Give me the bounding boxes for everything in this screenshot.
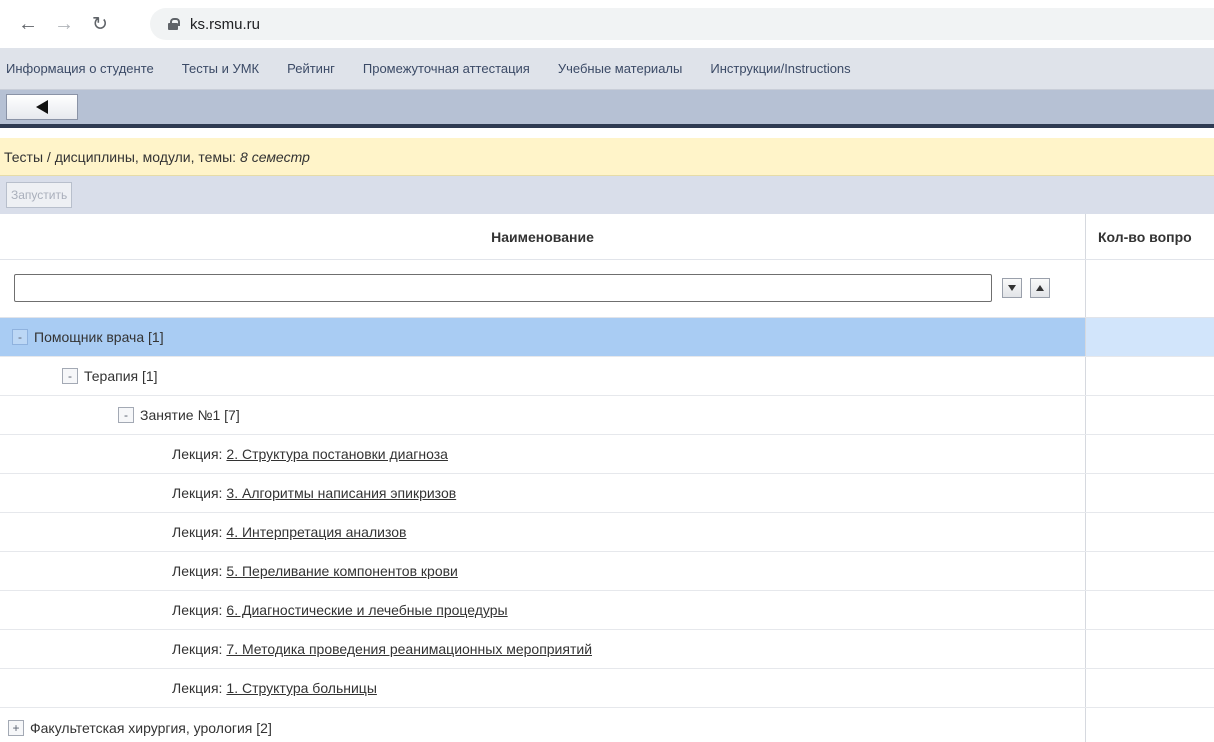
lecture-prefix: Лекция:	[172, 641, 223, 657]
arrow-left-icon[interactable]: ←	[14, 10, 42, 38]
tree-node-label: Терапия [1]	[84, 368, 158, 384]
filter-count-cell	[1086, 260, 1214, 317]
collapse-toggle-icon[interactable]: -	[118, 407, 134, 423]
table-row[interactable]: Лекция: 6. Диагностические и лечебные пр…	[0, 591, 1214, 630]
lecture-cell: Лекция: 7. Методика проведения реанимаци…	[0, 630, 1086, 668]
lecture-link[interactable]: 3. Алгоритмы написания эпикризов	[226, 485, 456, 501]
back-arrow-icon	[36, 100, 48, 114]
table-header: Наименование Кол-во вопро	[0, 214, 1214, 260]
lecture-link[interactable]: 7. Методика проведения реанимационных ме…	[226, 641, 592, 657]
lecture-prefix: Лекция:	[172, 563, 223, 579]
column-header-count[interactable]: Кол-во вопро	[1086, 214, 1214, 259]
sort-ascending-button[interactable]	[1030, 278, 1050, 298]
menu-item-instructions[interactable]: Инструкции/Instructions	[710, 61, 850, 76]
breadcrumb: Тесты / дисциплины, модули, темы: 8 семе…	[0, 138, 1214, 176]
tree-node-label: Занятие №1 [7]	[140, 407, 240, 423]
menu-item-rating[interactable]: Рейтинг	[287, 61, 335, 76]
table-row[interactable]: Лекция: 7. Методика проведения реанимаци…	[0, 630, 1214, 669]
menu-item-attestation[interactable]: Промежуточная аттестация	[363, 61, 530, 76]
question-count-cell	[1086, 474, 1214, 512]
collapse-toggle-icon[interactable]: -	[62, 368, 78, 384]
lecture-cell: Лекция: 2. Структура постановки диагноза	[0, 435, 1086, 473]
lecture-prefix: Лекция:	[172, 524, 223, 540]
expand-toggle-icon[interactable]: +	[8, 719, 24, 736]
lecture-link[interactable]: 5. Переливание компонентов крови	[226, 563, 457, 579]
run-button[interactable]: Запустить	[6, 182, 73, 208]
question-count-cell	[1086, 318, 1214, 356]
table-row[interactable]: + Факультетская хирургия, урология [2]	[0, 708, 1214, 742]
menu-item-student-info[interactable]: Информация о студенте	[6, 61, 154, 76]
tree-node-name: + Факультетская хирургия, урология [2]	[0, 708, 1086, 742]
lecture-link[interactable]: 4. Интерпретация анализов	[226, 524, 406, 540]
lecture-prefix: Лекция:	[172, 485, 223, 501]
lecture-cell: Лекция: 3. Алгоритмы написания эпикризов	[0, 474, 1086, 512]
table-row[interactable]: Лекция: 3. Алгоритмы написания эпикризов	[0, 474, 1214, 513]
filter-row	[0, 260, 1214, 318]
lecture-cell: Лекция: 4. Интерпретация анализов	[0, 513, 1086, 551]
table-row[interactable]: Лекция: 4. Интерпретация анализов	[0, 513, 1214, 552]
sort-descending-button[interactable]	[1002, 278, 1022, 298]
tree-node-name: - Помощник врача [1]	[0, 318, 1086, 356]
address-bar[interactable]: ks.rsmu.ru	[150, 8, 1214, 40]
lecture-cell: Лекция: 5. Переливание компонентов крови	[0, 552, 1086, 590]
tree-node-name: - Терапия [1]	[0, 357, 1086, 395]
back-button[interactable]	[6, 94, 78, 120]
navigation-toolbar	[0, 90, 1214, 128]
lecture-link[interactable]: 6. Диагностические и лечебные процедуры	[226, 602, 507, 618]
table-row[interactable]: - Помощник врача [1]	[0, 318, 1214, 357]
question-count-cell	[1086, 708, 1214, 742]
table-row[interactable]: Лекция: 5. Переливание компонентов крови	[0, 552, 1214, 591]
action-bar: Запустить	[0, 176, 1214, 214]
collapse-toggle-icon[interactable]: -	[12, 329, 28, 345]
table-row[interactable]: - Терапия [1]	[0, 357, 1214, 396]
lecture-prefix: Лекция:	[172, 446, 223, 462]
question-count-cell	[1086, 552, 1214, 590]
arrow-right-icon[interactable]: →	[50, 10, 78, 38]
question-count-cell	[1086, 435, 1214, 473]
triangle-up-icon	[1036, 285, 1044, 291]
question-count-cell	[1086, 669, 1214, 707]
lecture-link[interactable]: 2. Структура постановки диагноза	[226, 446, 448, 462]
lecture-link[interactable]: 1. Структура больницы	[226, 680, 376, 696]
tests-table: Наименование Кол-во вопро - Помощник вра…	[0, 214, 1214, 742]
tree-node-label: Факультетская хирургия, урология [2]	[30, 719, 272, 736]
lock-icon	[168, 18, 180, 30]
reload-icon[interactable]: ↻	[86, 10, 114, 38]
filter-cell	[0, 260, 1086, 317]
lecture-cell: Лекция: 1. Структура больницы	[0, 669, 1086, 707]
table-row[interactable]: Лекция: 2. Структура постановки диагноза	[0, 435, 1214, 474]
triangle-down-icon	[1008, 285, 1016, 291]
question-count-cell	[1086, 357, 1214, 395]
breadcrumb-path: Тесты / дисциплины, модули, темы:	[4, 148, 237, 165]
question-count-cell	[1086, 513, 1214, 551]
question-count-cell	[1086, 396, 1214, 434]
question-count-cell	[1086, 591, 1214, 629]
table-row[interactable]: Лекция: 1. Структура больницы	[0, 669, 1214, 708]
lecture-cell: Лекция: 6. Диагностические и лечебные пр…	[0, 591, 1086, 629]
question-count-cell	[1086, 630, 1214, 668]
main-menu: Информация о студенте Тесты и УМК Рейтин…	[0, 48, 1214, 90]
breadcrumb-semester: 8 семестр	[240, 148, 310, 165]
table-row[interactable]: - Занятие №1 [7]	[0, 396, 1214, 435]
tree-node-label: Помощник врача [1]	[34, 329, 164, 345]
tree-node-name: - Занятие №1 [7]	[0, 396, 1086, 434]
filter-input[interactable]	[14, 274, 992, 302]
menu-item-tests[interactable]: Тесты и УМК	[182, 61, 259, 76]
browser-toolbar: ← → ↻ ks.rsmu.ru	[0, 0, 1214, 48]
menu-item-materials[interactable]: Учебные материалы	[558, 61, 683, 76]
address-url: ks.rsmu.ru	[190, 15, 261, 33]
lecture-prefix: Лекция:	[172, 680, 223, 696]
column-header-name[interactable]: Наименование	[0, 214, 1086, 259]
lecture-prefix: Лекция:	[172, 602, 223, 618]
